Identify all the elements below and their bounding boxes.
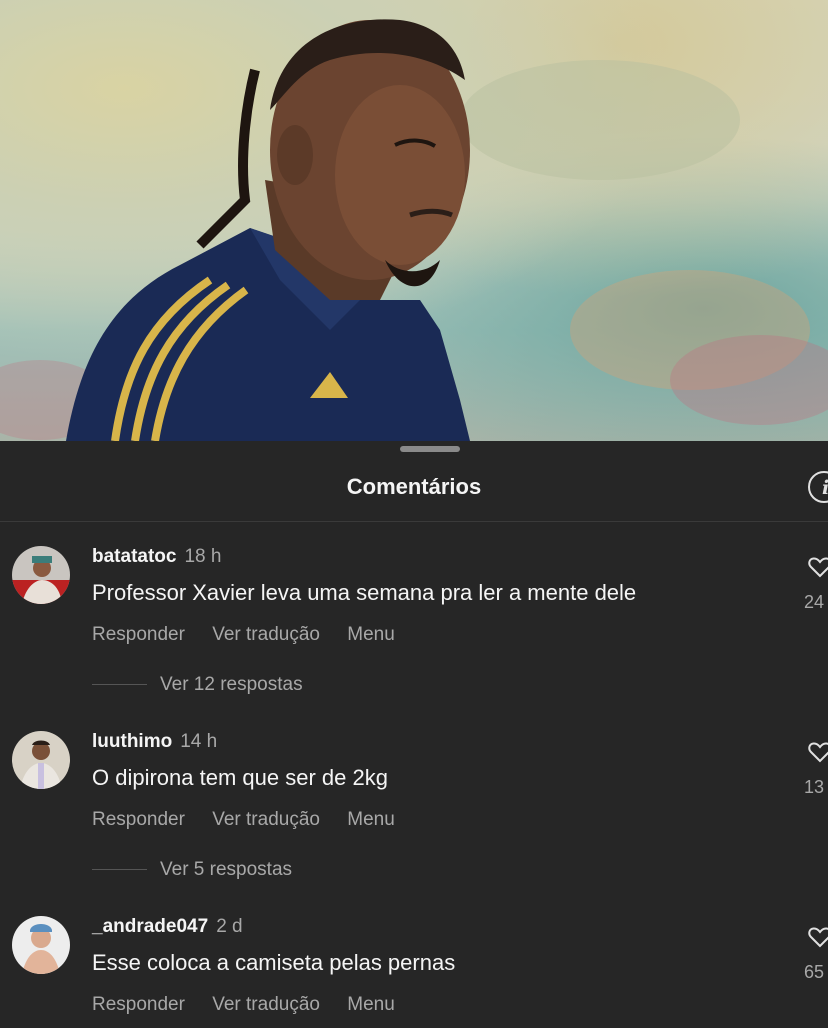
post-photo [0, 0, 828, 441]
heart-icon[interactable] [808, 741, 828, 763]
drag-handle[interactable] [400, 446, 460, 452]
view-replies-button[interactable]: Ver 12 respostas [92, 674, 303, 696]
view-replies-button[interactable]: Ver 5 respostas [92, 859, 292, 881]
sheet-title: Comentários [346, 474, 482, 499]
avatar[interactable] [12, 546, 70, 604]
translate-button[interactable]: Ver tradução [212, 994, 320, 1015]
comment-time: 14 h [180, 731, 218, 752]
comment-actions: Responder Ver tradução Menu [92, 994, 417, 1016]
like-count: 24 [804, 592, 825, 612]
translate-button[interactable]: Ver tradução [212, 624, 320, 645]
translate-button[interactable]: Ver tradução [212, 809, 320, 830]
comment-username[interactable]: _andrade047 2 d [92, 916, 243, 938]
reply-button[interactable]: Responder [92, 624, 185, 645]
menu-button[interactable]: Menu [347, 809, 395, 830]
heart-icon[interactable] [808, 926, 828, 948]
reply-button[interactable]: Responder [92, 994, 185, 1015]
comments-sheet: Comentários i batatatoc18 h Professor Xa… [0, 441, 828, 1028]
reply-button[interactable]: Responder [92, 809, 185, 830]
like-count: 65 [804, 962, 825, 982]
comment-username[interactable]: batatatoc 18 h [92, 546, 221, 568]
menu-button[interactable]: Menu [347, 624, 395, 645]
comment-time: 18 h [184, 546, 222, 567]
avatar[interactable] [12, 731, 70, 789]
comment-time: 2 d [216, 916, 243, 937]
avatar[interactable] [12, 916, 70, 974]
comment-actions: Responder Ver tradução Menu [92, 809, 417, 831]
comment-actions: Responder Ver tradução Menu [92, 624, 417, 646]
comment-text: O dipirona tem que ser de 2kg [92, 765, 388, 790]
comment-text: Professor Xavier leva uma semana pra ler… [92, 580, 637, 605]
comment-username[interactable]: luuthimo 14 h [92, 731, 217, 753]
comment-text: Esse coloca a camiseta pelas pernas [92, 950, 456, 975]
divider [0, 521, 828, 522]
menu-button[interactable]: Menu [347, 994, 395, 1015]
like-count: 13 [804, 777, 825, 797]
heart-icon[interactable] [808, 556, 828, 578]
